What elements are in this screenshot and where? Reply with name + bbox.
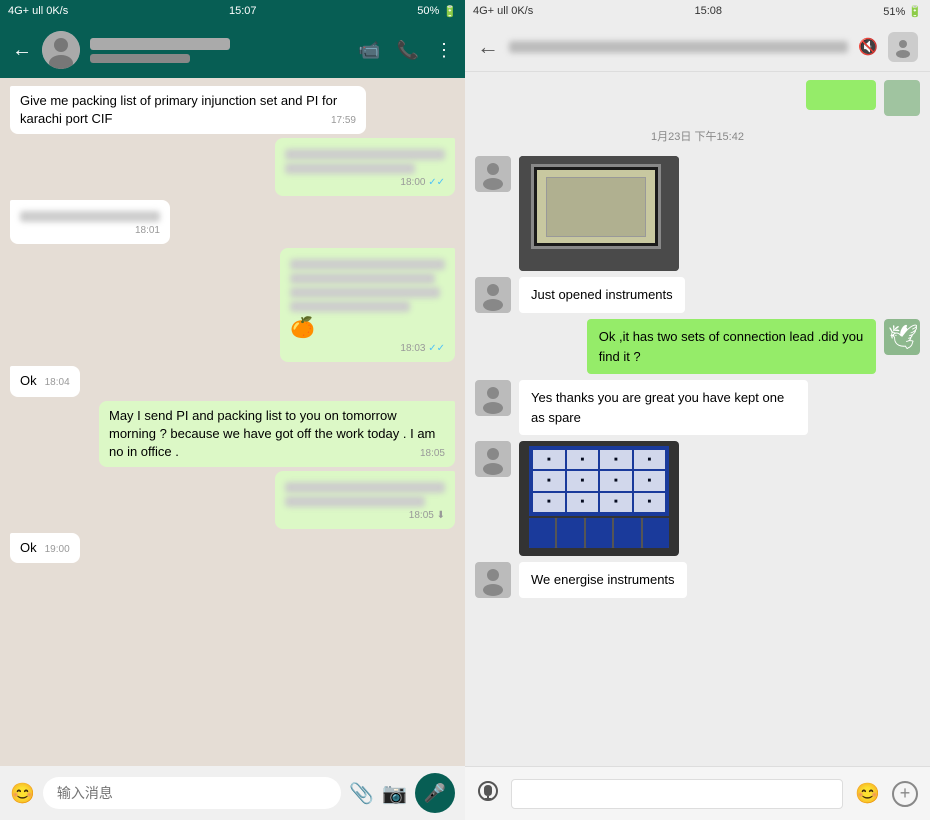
- right-status-bar: 4G+ ull 0K/s 15:08 51% 🔋: [465, 0, 930, 22]
- left-header-icons: 📹 📞 ⋮: [358, 40, 453, 61]
- left-msg-5: Ok 18:04: [10, 366, 80, 396]
- left-msg-2-container: 18:00 ✓✓: [10, 138, 455, 196]
- right-msg-3-bubble: Ok ,it has two sets of connection lead .…: [587, 319, 876, 374]
- left-contact-status: [90, 54, 190, 63]
- left-msg-6: May I send PI and packing list to you on…: [99, 401, 455, 468]
- left-mic-button[interactable]: 🎤: [415, 773, 455, 813]
- left-chat-header: ← 📹 📞 ⋮: [0, 22, 465, 78]
- more-options-icon[interactable]: ⋮: [435, 40, 453, 61]
- right-signal: 4G+ ull 0K/s: [473, 5, 533, 17]
- left-msg-7: 18:05 ⬇: [275, 471, 455, 529]
- right-chat-header: ← 🔇: [465, 22, 930, 72]
- left-msg-8: Ok 19:00: [10, 533, 80, 563]
- left-input-bar: 😊 📎 📷 🎤: [0, 766, 465, 820]
- right-msg-6-row: We energise instruments: [475, 562, 920, 598]
- left-panel: 4G+ ull 0K/s 15:07 50% 🔋 ← 📹 📞 ⋮: [0, 0, 465, 820]
- voice-call-icon[interactable]: 📞: [397, 40, 419, 61]
- left-camera-icon[interactable]: 📷: [382, 781, 407, 806]
- right-voice-button[interactable]: [477, 780, 499, 808]
- left-msg-4: 🍊 18:03 ✓✓: [280, 248, 455, 362]
- left-attach-icon[interactable]: 📎: [349, 781, 374, 806]
- right-msg-3-row: 🕊 Ok ,it has two sets of connection lead…: [475, 319, 920, 374]
- right-top-image-bubble: [806, 80, 876, 110]
- left-time: 15:07: [229, 5, 257, 17]
- right-msg-outgoing-top: 🕊: [475, 80, 920, 116]
- left-contact-name: [90, 38, 230, 50]
- right-contact-avatar-5: [475, 441, 511, 477]
- right-msg-1-row: [475, 156, 920, 271]
- right-input-bar: 😊 +: [465, 766, 930, 820]
- right-msg-5-row: ■ ■ ■ ■ ■ ■ ■ ■ ■ ■ ■ ■: [475, 441, 920, 556]
- right-timestamp: 1月23日 下午15:42: [475, 128, 920, 144]
- left-signal: 4G+ ull 0K/s: [8, 5, 68, 17]
- right-contact-avatar-1: [475, 156, 511, 192]
- right-contact-avatar-4: [475, 380, 511, 416]
- right-msg-2-bubble: Just opened instruments: [519, 277, 685, 313]
- left-chat-area: Give me packing list of primary injuncti…: [0, 78, 465, 766]
- right-instrument-image-1: [519, 156, 679, 271]
- right-contact-icon[interactable]: [888, 32, 918, 62]
- right-mute-icon: 🔇: [858, 37, 878, 57]
- right-panel: 4G+ ull 0K/s 15:08 51% 🔋 ← 🔇 🕊: [465, 0, 930, 820]
- left-contact-info: [90, 38, 348, 63]
- right-message-input[interactable]: [511, 779, 843, 809]
- left-emoji-icon[interactable]: 😊: [10, 781, 35, 806]
- right-emoji-icon[interactable]: 😊: [855, 781, 880, 806]
- left-status-bar: 4G+ ull 0K/s 15:07 50% 🔋: [0, 0, 465, 22]
- left-msg-3: 18:01: [10, 200, 170, 244]
- right-instrument-image-2: ■ ■ ■ ■ ■ ■ ■ ■ ■ ■ ■ ■: [519, 441, 679, 556]
- right-msg-6-bubble: We energise instruments: [519, 562, 687, 598]
- right-msg-2-row: Just opened instruments: [475, 277, 920, 313]
- right-contact-name: [509, 41, 848, 53]
- svg-text:🕊: 🕊: [888, 324, 918, 351]
- left-message-input[interactable]: [43, 777, 341, 809]
- left-battery: 50% 🔋: [417, 5, 457, 18]
- right-battery: 51% 🔋: [883, 5, 922, 18]
- right-chat-area: 🕊 1月23日 下午15:42: [465, 72, 930, 766]
- left-msg-1: Give me packing list of primary injuncti…: [10, 86, 366, 134]
- right-msg-4-bubble: Yes thanks you are great you have kept o…: [519, 380, 808, 435]
- right-time: 15:08: [694, 5, 722, 17]
- right-msg-4-row: Yes thanks you are great you have kept o…: [475, 380, 920, 435]
- left-msg-2: 18:00 ✓✓: [275, 138, 455, 196]
- left-back-button[interactable]: ←: [12, 39, 32, 62]
- video-call-icon[interactable]: 📹: [358, 40, 380, 61]
- right-back-button[interactable]: ←: [477, 34, 499, 60]
- left-msg-4-container: 🍊 18:03 ✓✓: [10, 248, 455, 362]
- right-plus-button[interactable]: +: [892, 781, 918, 807]
- left-msg-7-container: 18:05 ⬇: [10, 471, 455, 529]
- left-contact-avatar: [42, 31, 80, 69]
- right-contact-avatar-6: [475, 562, 511, 598]
- right-own-avatar-top: 🕊: [884, 80, 920, 116]
- right-contact-avatar-2: [475, 277, 511, 313]
- right-own-avatar-3: 🕊: [884, 319, 920, 355]
